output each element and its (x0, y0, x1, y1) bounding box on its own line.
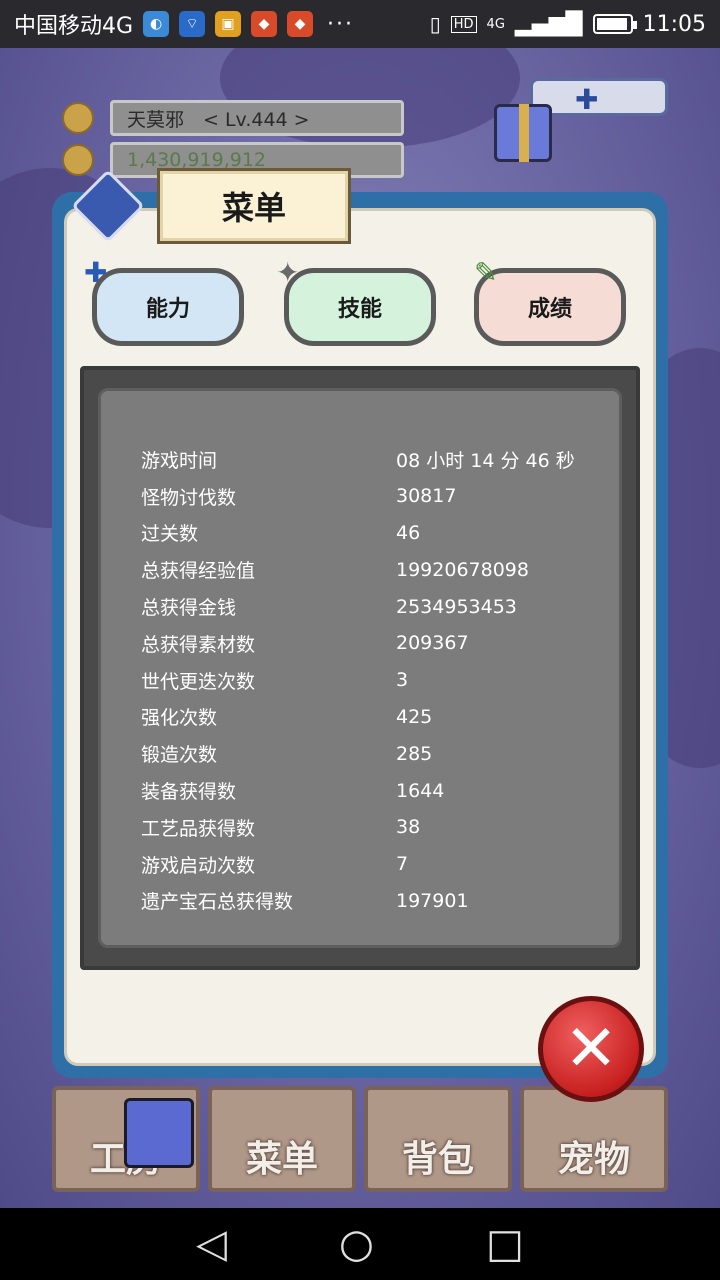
stat-row: 过关数 46 (141, 515, 619, 552)
stat-label: 世代更迭次数 (141, 670, 256, 693)
stat-value: 08 小时 14 分 46 秒 (396, 449, 575, 472)
app-notification-icon: ◐ (143, 11, 170, 37)
stat-row: 工艺品获得数 38 (141, 809, 619, 846)
network-type: 4G (486, 16, 505, 32)
tab-achievements-label: 成绩 (527, 297, 572, 322)
signal-icon: ▂▄▆█ (514, 11, 583, 37)
player-avatar-icon (62, 102, 94, 134)
stat-value: 30817 (396, 485, 457, 508)
stat-row: 锻造次数 285 (141, 735, 619, 772)
tab-skill-label: 技能 (337, 297, 382, 322)
android-nav-bar: ◁ ○ □ (0, 1208, 720, 1280)
gift-box-icon (124, 1098, 194, 1168)
more-notifications-icon: ··· (327, 11, 355, 37)
hd-icon: HD (450, 15, 477, 33)
stat-value: 285 (396, 742, 433, 765)
stat-value: 46 (396, 521, 421, 544)
recents-icon[interactable]: □ (486, 1221, 524, 1267)
sparkle-icon: ✦ (276, 256, 300, 289)
stat-label: 过关数 (141, 523, 199, 546)
stat-value: 197901 (396, 889, 469, 912)
close-button[interactable]: ✕ (538, 996, 644, 1102)
stat-row: 世代更迭次数 3 (141, 662, 619, 699)
stat-value: 209367 (396, 632, 469, 655)
add-person-icon: ✚ (84, 256, 108, 289)
stat-value: 19920678098 (396, 558, 529, 581)
gold-coin-icon (62, 144, 94, 176)
stat-label: 强化次数 (141, 707, 218, 730)
stat-label: 游戏时间 (141, 449, 218, 472)
back-icon[interactable]: ◁ (196, 1221, 227, 1267)
menu-title-text: 菜单 (221, 189, 286, 227)
tab-ability-label: 能力 (145, 297, 190, 322)
nav-bag[interactable]: 背包 (364, 1086, 512, 1192)
game-notification-icon: ◆ (251, 11, 278, 37)
stat-row: 总获得经验值 19920678098 (141, 551, 619, 588)
stat-row: 总获得素材数 209367 (141, 625, 619, 662)
stat-row: 装备获得数 1644 (141, 772, 619, 809)
nav-pet-label: 宠物 (557, 1139, 630, 1180)
stat-value: 7 (396, 853, 409, 876)
stat-value: 1644 (396, 779, 445, 802)
scroll-icon: ✎ (474, 256, 498, 289)
wifi-share-icon: ⌔ (179, 11, 206, 37)
stat-row: 总获得金钱 2534953453 (141, 588, 619, 625)
stats-frame: 游戏时间 08 小时 14 分 46 秒怪物讨伐数 30817 过关数 46 总获得经验值… (80, 366, 640, 970)
player-name-level: 天莫邪 < Lv.444 > (127, 108, 310, 131)
stat-row: 遗产宝石总获得数 197901 (141, 883, 619, 920)
game-notification-icon-2: ◆ (287, 11, 314, 37)
bottom-nav: 工房 菜单 背包 宠物 (52, 1086, 668, 1192)
stat-row: 怪物讨伐数 30817 (141, 478, 619, 515)
stat-label: 总获得素材数 (141, 633, 256, 656)
stats-panel[interactable]: 游戏时间 08 小时 14 分 46 秒怪物讨伐数 30817 过关数 46 总获得经验值… (98, 388, 622, 948)
plus-icon: ✚ (575, 83, 599, 116)
stat-label: 遗产宝石总获得数 (141, 891, 294, 914)
menu-title: 菜单 (157, 168, 351, 244)
stat-label: 装备获得数 (141, 781, 237, 804)
home-icon[interactable]: ○ (339, 1221, 374, 1267)
nav-bag-label: 背包 (401, 1139, 474, 1180)
close-icon: ✕ (564, 1012, 618, 1086)
tab-skill[interactable]: 技能 (284, 268, 436, 346)
stat-label: 工艺品获得数 (141, 817, 256, 840)
vibrate-icon: ▯ (429, 12, 441, 36)
player-name-bar: 天莫邪 < Lv.444 > (110, 100, 404, 136)
stat-label: 怪物讨伐数 (141, 486, 237, 509)
stat-label: 锻造次数 (141, 744, 218, 767)
stat-value: 2534953453 (396, 595, 517, 618)
stat-row: 游戏时间 08 小时 14 分 46 秒 (141, 441, 619, 478)
status-bar: 中国移动4G ◐ ⌔ ▣ ◆ ◆ ··· ▯ HD 4G ▂▄▆█ 11:05 (0, 0, 720, 48)
stat-label: 总获得金钱 (141, 597, 237, 620)
nav-workshop[interactable]: 工房 (52, 1086, 200, 1192)
stat-row: 游戏启动次数 7 (141, 846, 619, 883)
stat-value: 38 (396, 816, 421, 839)
shop-notification-icon: ▣ (215, 11, 242, 37)
stat-value: 425 (396, 705, 433, 728)
nav-menu[interactable]: 菜单 (208, 1086, 356, 1192)
carrier-label: 中国移动4G (14, 14, 134, 39)
nav-menu-label: 菜单 (245, 1139, 318, 1180)
tab-ability[interactable]: 能力 (92, 268, 244, 346)
stat-value: 3 (396, 669, 409, 692)
stat-label: 总获得经验值 (141, 560, 256, 583)
stat-row: 强化次数 425 (141, 699, 619, 736)
battery-icon (592, 14, 637, 34)
stat-label: 游戏启动次数 (141, 854, 256, 877)
clock: 11:05 (642, 11, 706, 37)
gift-box-icon[interactable] (494, 104, 552, 162)
